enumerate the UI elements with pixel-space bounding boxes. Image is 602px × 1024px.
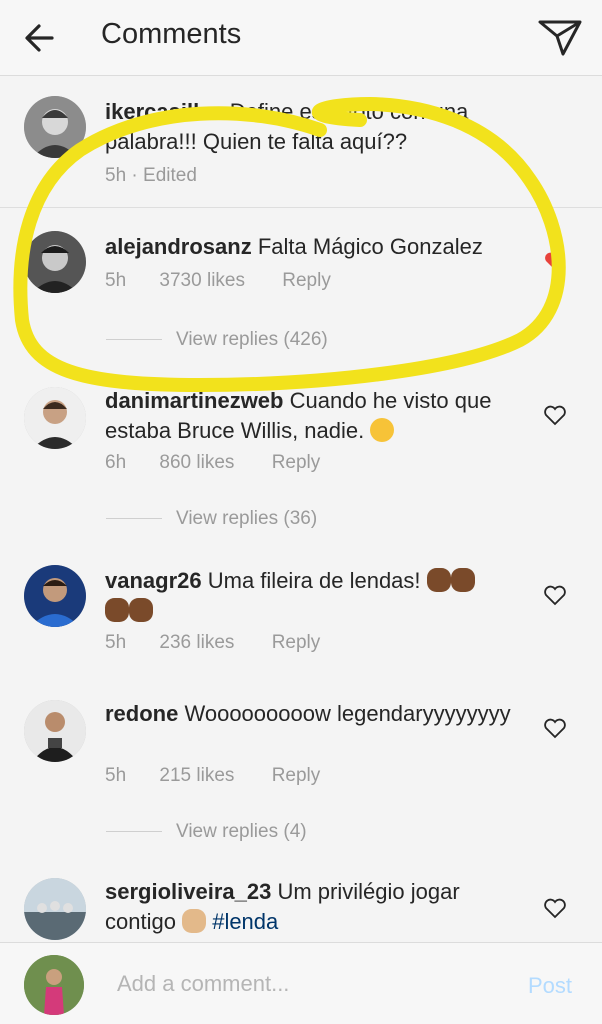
post-button[interactable]: Post [528,973,572,999]
comment-input[interactable] [117,971,497,997]
arrow-left-icon[interactable] [20,18,60,58]
replies-line [106,831,162,833]
comment-username[interactable]: redone [105,701,178,726]
comment-text: sergioliveira_23 Um privilégio jogar con… [105,877,525,937]
avatar[interactable] [24,231,86,293]
comment-time: 5h [105,270,127,291]
comment-meta: 6h 860 likes Reply [105,452,320,474]
view-replies-label: View replies (426) [176,329,328,350]
comment-text: alejandrosanz Falta Mágico Gonzalez [105,232,525,262]
heart-icon[interactable] [543,897,567,919]
comment-text: redone Wooooooooow legendaryyyyyyyy [105,699,525,729]
comment-body: Uma fileira de lendas! [207,568,421,593]
view-replies-button[interactable]: View replies (36) [106,508,317,530]
heart-icon[interactable] [543,584,567,606]
comment-time: 5h [105,632,127,653]
top-bar: Comments [0,0,602,76]
clap-emoji-icon [182,909,207,933]
clap-emoji-icon [105,598,129,622]
paper-plane-icon[interactable] [536,14,584,58]
comment-body: Falta Mágico Gonzalez [257,234,483,259]
likes-count[interactable]: 236 likes [159,632,234,654]
replies-line [106,339,162,341]
comment-composer: Post [0,942,602,1024]
clap-emoji-icon [129,598,153,622]
comment-text: vanagr26 Uma fileira de lendas! [105,566,525,626]
comment-body: Wooooooooow legendaryyyyyyyy [184,701,511,726]
comment-username[interactable]: sergioliveira_23 [105,879,271,904]
avatar[interactable] [24,700,86,762]
comment-text: ikercasillas Define esta foto con una pa… [105,97,525,157]
comment-meta: 5h · Edited [105,165,197,187]
reply-button[interactable]: Reply [272,632,321,654]
comment-username[interactable]: alejandrosanz [105,234,252,259]
comment-time: 6h [105,452,127,473]
reply-button[interactable]: Reply [272,452,321,474]
replies-line [106,518,162,520]
comment-time: 5h [105,165,127,186]
comment-time: 5h [105,765,127,786]
comment-username[interactable]: danimartinezweb [105,388,283,413]
divider [0,207,602,208]
comment-meta: 5h 3730 likes Reply [105,270,331,292]
comment-text: danimartinezweb Cuando he visto que esta… [105,386,525,446]
reply-button[interactable]: Reply [272,765,321,787]
avatar [24,955,84,1015]
heart-icon[interactable] [543,717,567,739]
comment-username[interactable]: vanagr26 [105,568,202,593]
laughing-emoji-icon [370,418,395,442]
likes-count[interactable]: 215 likes [159,765,234,787]
comment-meta: 5h 236 likes Reply [105,632,320,654]
clap-emoji-icon [426,568,451,592]
heart-icon[interactable] [543,404,567,426]
view-replies-label: View replies (4) [176,821,307,842]
reply-button[interactable]: Reply [282,270,331,292]
avatar[interactable] [24,387,86,449]
heart-icon-liked[interactable] [543,250,567,272]
likes-count[interactable]: 860 likes [159,452,234,474]
comment-username[interactable]: ikercasillas [105,99,224,124]
view-replies-label: View replies (36) [176,508,318,529]
avatar[interactable] [24,878,86,940]
clap-emoji-icon [450,568,475,592]
hashtag-link[interactable]: #lenda [212,909,278,934]
page-title: Comments [101,18,242,50]
edited-label: · Edited [131,165,197,186]
view-replies-button[interactable]: View replies (426) [106,329,328,351]
avatar[interactable] [24,96,86,158]
comment-meta: 5h 215 likes Reply [105,765,320,787]
likes-count[interactable]: 3730 likes [159,270,245,292]
avatar[interactable] [24,565,86,627]
view-replies-button[interactable]: View replies (4) [106,821,307,843]
